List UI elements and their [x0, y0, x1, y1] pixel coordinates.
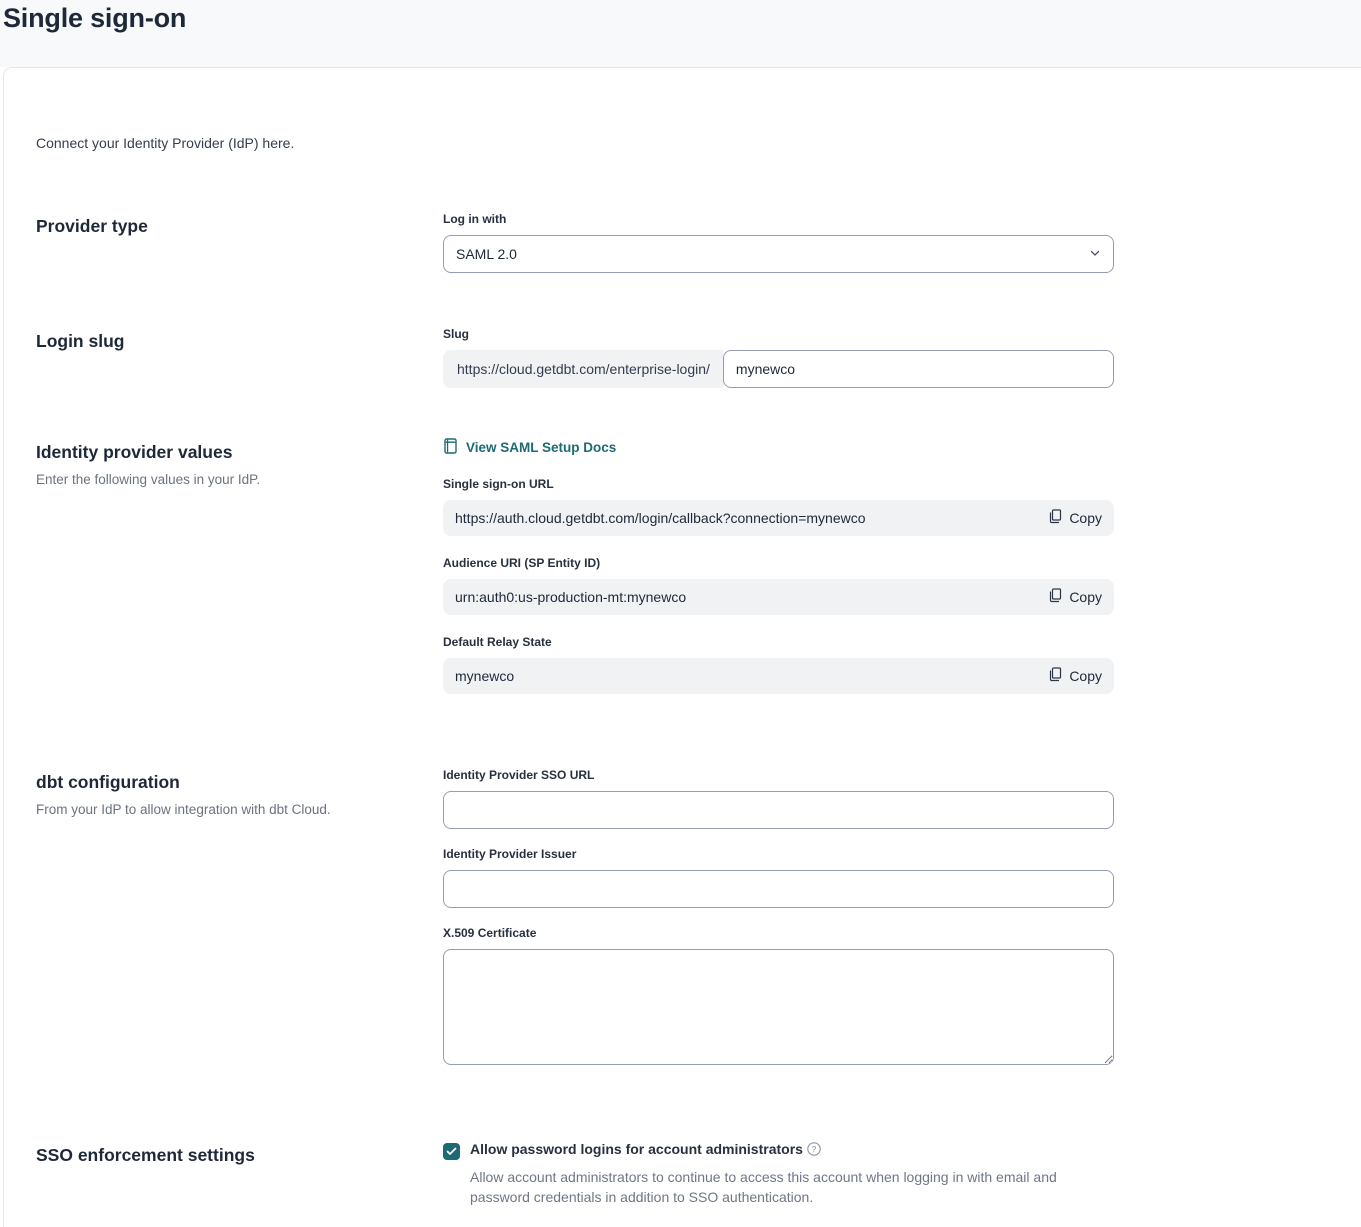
password-logins-description: Allow account administrators to continue… — [470, 1167, 1095, 1207]
relay-state-readonly-field: mynewco Copy — [443, 658, 1114, 694]
view-saml-setup-docs-link[interactable]: View SAML Setup Docs — [443, 438, 616, 457]
copy-sso-url-button[interactable]: Copy — [1049, 509, 1102, 527]
slug-field-group: https://cloud.getdbt.com/enterprise-logi… — [443, 350, 1114, 388]
provider-type-section: Provider type Log in with SAML 2.0 — [4, 212, 1361, 273]
slug-url-prefix: https://cloud.getdbt.com/enterprise-logi… — [443, 350, 723, 388]
journal-icon — [443, 438, 458, 457]
svg-text:?: ? — [812, 1144, 817, 1154]
audience-uri-value: urn:auth0:us-production-mt:mynewco — [455, 589, 686, 605]
copy-audience-uri-button[interactable]: Copy — [1049, 588, 1102, 606]
idp-issuer-group: Identity Provider Issuer — [443, 847, 1114, 908]
help-icon[interactable]: ? — [807, 1142, 821, 1161]
dbt-configuration-subheading: From your IdP to allow integration with … — [36, 802, 411, 817]
certificate-textarea[interactable] — [443, 949, 1114, 1065]
login-with-select[interactable]: SAML 2.0 — [443, 235, 1114, 273]
password-logins-checkbox[interactable] — [443, 1143, 460, 1160]
idp-values-heading: Identity provider values — [36, 442, 411, 463]
copy-button-label: Copy — [1069, 510, 1102, 526]
relay-state-group: Default Relay State mynewco Copy — [443, 635, 1114, 694]
idp-sso-url-group: Identity Provider SSO URL — [443, 768, 1114, 829]
login-with-label: Log in with — [443, 212, 1114, 226]
relay-state-value: mynewco — [455, 668, 514, 684]
idp-issuer-input[interactable] — [443, 870, 1114, 908]
certificate-label: X.509 Certificate — [443, 926, 1114, 940]
audience-uri-readonly-field: urn:auth0:us-production-mt:mynewco Copy — [443, 579, 1114, 615]
copy-icon — [1049, 509, 1062, 527]
login-with-selected-value: SAML 2.0 — [456, 246, 517, 262]
password-logins-label: Allow password logins for account admini… — [470, 1141, 803, 1157]
copy-button-label: Copy — [1069, 668, 1102, 684]
relay-state-label: Default Relay State — [443, 635, 1114, 649]
view-saml-setup-docs-label: View SAML Setup Docs — [466, 440, 616, 455]
idp-sso-url-input[interactable] — [443, 791, 1114, 829]
audience-uri-label: Audience URI (SP Entity ID) — [443, 556, 1114, 570]
dbt-configuration-heading: dbt configuration — [36, 772, 411, 793]
login-slug-heading: Login slug — [36, 331, 411, 352]
audience-uri-group: Audience URI (SP Entity ID) urn:auth0:us… — [443, 556, 1114, 615]
certificate-group: X.509 Certificate — [443, 926, 1114, 1070]
page-header: Single sign-on — [0, 0, 1361, 67]
dbt-configuration-section: dbt configuration From your IdP to allow… — [4, 768, 1361, 1088]
idp-values-subheading: Enter the following values in your IdP. — [36, 472, 411, 487]
sso-url-readonly-field: https://auth.cloud.getdbt.com/login/call… — [443, 500, 1114, 536]
copy-icon — [1049, 667, 1062, 685]
idp-sso-url-label: Identity Provider SSO URL — [443, 768, 1114, 782]
settings-card: Connect your Identity Provider (IdP) her… — [3, 67, 1361, 1227]
idp-issuer-label: Identity Provider Issuer — [443, 847, 1114, 861]
sso-url-label: Single sign-on URL — [443, 477, 1114, 491]
chevron-down-icon — [1089, 246, 1101, 262]
copy-button-label: Copy — [1069, 589, 1102, 605]
sso-url-value: https://auth.cloud.getdbt.com/login/call… — [455, 510, 866, 526]
page-title: Single sign-on — [3, 3, 1345, 34]
slug-label: Slug — [443, 327, 1114, 341]
checkmark-icon — [446, 1143, 457, 1161]
sso-enforcement-section: SSO enforcement settings Allow password … — [4, 1141, 1361, 1207]
idp-values-section: Identity provider values Enter the follo… — [4, 438, 1361, 714]
password-logins-checkbox-row: Allow password logins for account admini… — [443, 1141, 1114, 1207]
provider-type-heading: Provider type — [36, 216, 411, 237]
intro-text: Connect your Identity Provider (IdP) her… — [4, 68, 1361, 151]
login-slug-section: Login slug Slug https://cloud.getdbt.com… — [4, 327, 1361, 388]
copy-icon — [1049, 588, 1062, 606]
sso-enforcement-heading: SSO enforcement settings — [36, 1145, 411, 1166]
sso-url-group: Single sign-on URL https://auth.cloud.ge… — [443, 477, 1114, 536]
copy-relay-state-button[interactable]: Copy — [1049, 667, 1102, 685]
slug-input[interactable] — [723, 350, 1114, 388]
